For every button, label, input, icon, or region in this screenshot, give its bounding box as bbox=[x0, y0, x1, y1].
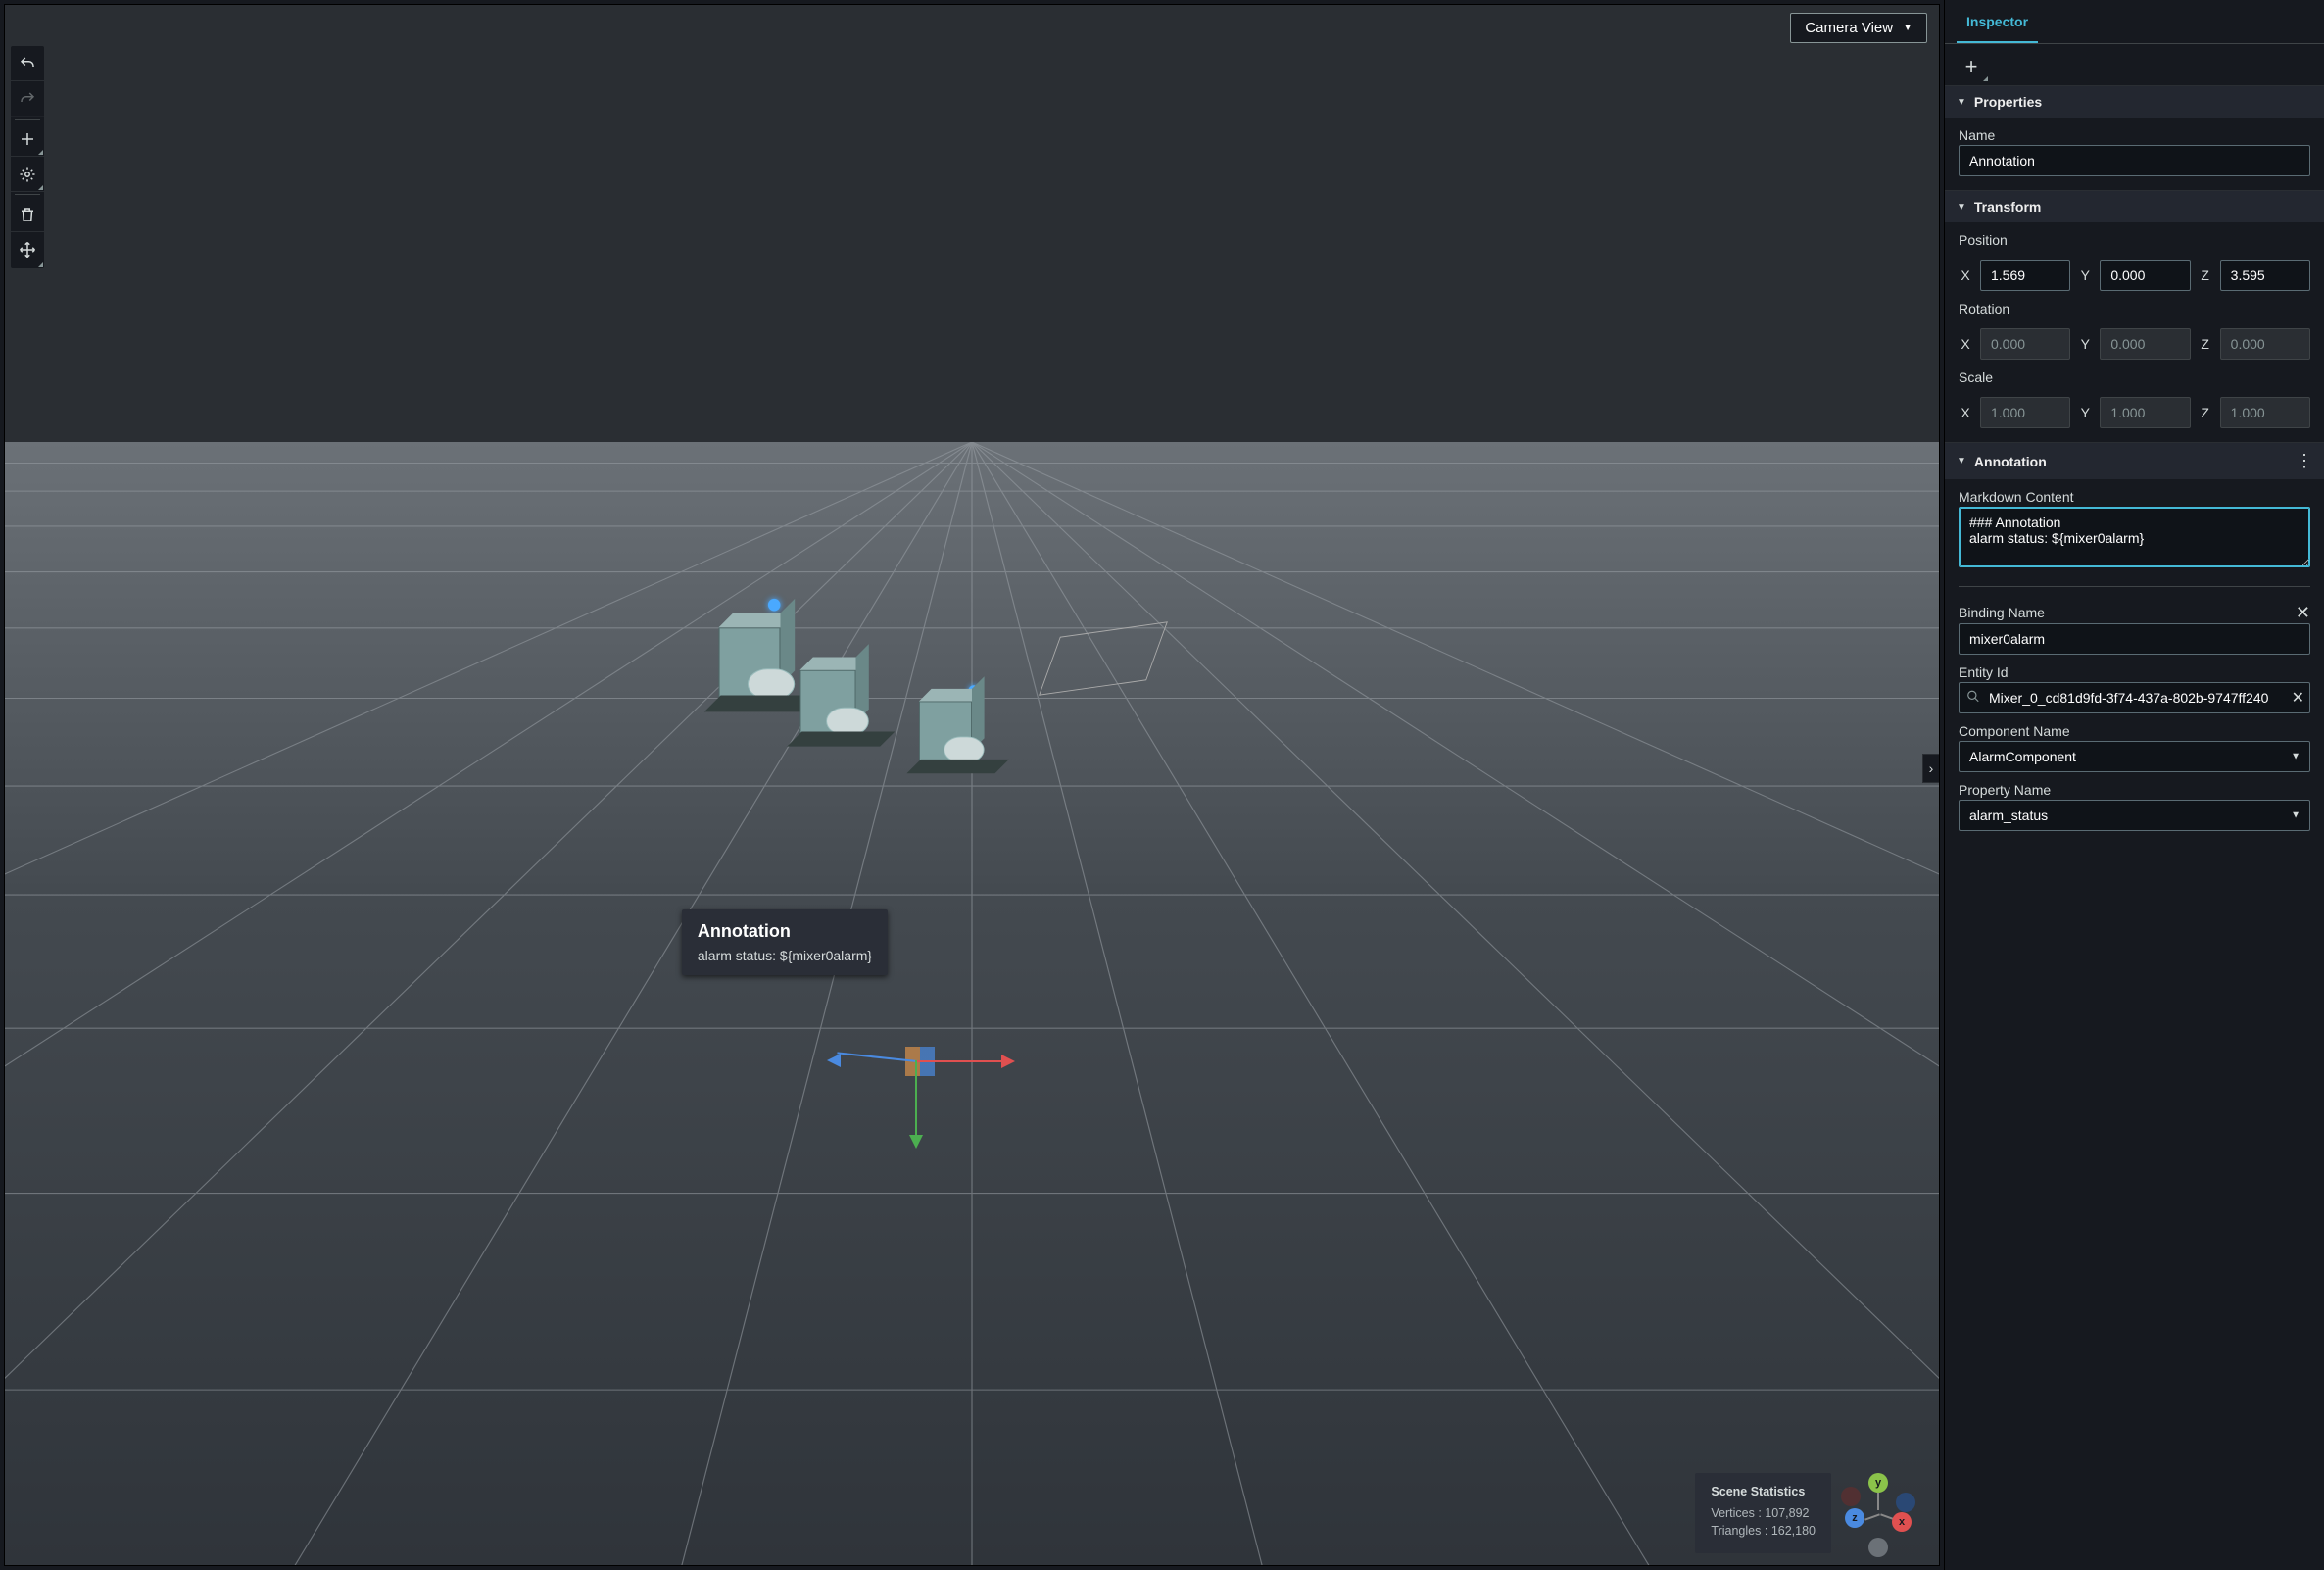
chevron-down-icon: ▼ bbox=[1903, 23, 1912, 33]
axis-z-label: Z bbox=[2199, 405, 2212, 420]
section-transform-title: Transform bbox=[1974, 199, 2041, 215]
transform-gizmo[interactable] bbox=[837, 1051, 993, 1168]
annotation-overlay[interactable]: Annotation alarm status: ${mixer0alarm} bbox=[682, 909, 888, 975]
camera-view-dropdown[interactable]: Camera View ▼ bbox=[1790, 13, 1927, 43]
axis-y-label: Y bbox=[2078, 336, 2092, 352]
scale-label: Scale bbox=[1959, 369, 2310, 385]
delete-button[interactable] bbox=[11, 197, 44, 232]
binding-name-label: Binding Name bbox=[1959, 605, 2286, 620]
rotation-x-input[interactable] bbox=[1980, 328, 2070, 360]
binding-name-input[interactable] bbox=[1959, 623, 2310, 655]
scene-statistics-heading: Scene Statistics bbox=[1711, 1485, 1816, 1498]
rotation-label: Rotation bbox=[1959, 301, 2310, 317]
annotation-overlay-title: Annotation bbox=[698, 921, 872, 942]
axis-z-label: Z bbox=[2199, 336, 2212, 352]
position-label: Position bbox=[1959, 232, 2310, 248]
vertices-label: Vertices : bbox=[1711, 1506, 1761, 1520]
entity-id-label: Entity Id bbox=[1959, 664, 2310, 680]
section-transform-header[interactable]: ▼ Transform bbox=[1945, 190, 2324, 222]
viewport-toolbar bbox=[11, 46, 44, 268]
camera-view-label: Camera View bbox=[1805, 20, 1893, 36]
move-tool-button[interactable] bbox=[11, 232, 44, 268]
section-properties-header[interactable]: ▼ Properties bbox=[1945, 85, 2324, 118]
axis-x-label: X bbox=[1959, 336, 1972, 352]
name-label: Name bbox=[1959, 127, 2310, 143]
component-name-label: Component Name bbox=[1959, 723, 2310, 739]
clear-binding-button[interactable]: ✕ bbox=[2296, 603, 2310, 623]
rotation-y-input[interactable] bbox=[2100, 328, 2190, 360]
chevron-down-icon: ▼ bbox=[1957, 97, 1966, 108]
vertices-value: 107,892 bbox=[1765, 1506, 1809, 1520]
clear-entity-button[interactable]: ✕ bbox=[2292, 688, 2304, 708]
undo-button[interactable] bbox=[11, 46, 44, 81]
section-annotation-menu-icon[interactable]: ⋮ bbox=[2296, 451, 2312, 471]
scale-y-input[interactable] bbox=[2100, 397, 2190, 428]
rotation-z-input[interactable] bbox=[2220, 328, 2310, 360]
tab-inspector[interactable]: Inspector bbox=[1957, 0, 2038, 43]
sky-region bbox=[5, 5, 1939, 442]
add-object-button[interactable] bbox=[11, 122, 44, 157]
scene-statistics-panel: Scene Statistics Vertices : 107,892 Tria… bbox=[1695, 1473, 1831, 1553]
inspector-panel: Inspector + ▼ Properties Name ▼ Transfor… bbox=[1944, 0, 2324, 1570]
axis-y-icon[interactable]: y bbox=[1868, 1473, 1888, 1493]
triangles-label: Triangles : bbox=[1711, 1524, 1767, 1538]
axis-x-label: X bbox=[1959, 268, 1972, 283]
axis-orientation-widget[interactable]: y z x bbox=[1839, 1473, 1917, 1551]
property-name-label: Property Name bbox=[1959, 782, 2310, 798]
property-name-select[interactable] bbox=[1959, 800, 2310, 831]
floor-grid bbox=[5, 442, 1939, 1565]
position-x-input[interactable] bbox=[1980, 260, 2070, 291]
triangles-value: 162,180 bbox=[1771, 1524, 1816, 1538]
axis-x-icon[interactable]: x bbox=[1892, 1512, 1912, 1532]
axis-x-label: X bbox=[1959, 405, 1972, 420]
entity-id-input[interactable] bbox=[1959, 682, 2310, 713]
scene-viewport[interactable]: Annotation alarm status: ${mixer0alarm} … bbox=[4, 4, 1940, 1566]
axis-y-label: Y bbox=[2078, 405, 2092, 420]
axis-z-label: Z bbox=[2199, 268, 2212, 283]
transform-tool-button[interactable] bbox=[11, 157, 44, 192]
divider bbox=[1959, 586, 2310, 587]
section-annotation-header[interactable]: ▼ Annotation ⋮ bbox=[1945, 442, 2324, 479]
position-y-input[interactable] bbox=[2100, 260, 2190, 291]
axis-z-icon[interactable]: z bbox=[1845, 1508, 1864, 1528]
markdown-content-label: Markdown Content bbox=[1959, 489, 2310, 505]
position-z-input[interactable] bbox=[2220, 260, 2310, 291]
annotation-overlay-body: alarm status: ${mixer0alarm} bbox=[698, 948, 872, 963]
component-name-select[interactable] bbox=[1959, 741, 2310, 772]
chevron-down-icon: ▼ bbox=[1957, 456, 1966, 466]
section-annotation-title: Annotation bbox=[1974, 454, 2047, 469]
collapse-inspector-button[interactable]: › bbox=[1922, 754, 1940, 783]
mixer-models bbox=[720, 629, 1043, 845]
axis-y-label: Y bbox=[2078, 268, 2092, 283]
scale-x-input[interactable] bbox=[1980, 397, 2070, 428]
scale-z-input[interactable] bbox=[2220, 397, 2310, 428]
section-properties-title: Properties bbox=[1974, 94, 2042, 110]
redo-button[interactable] bbox=[11, 81, 44, 117]
add-component-button[interactable]: + bbox=[1959, 54, 1984, 79]
markdown-content-input[interactable] bbox=[1959, 507, 2310, 567]
name-input[interactable] bbox=[1959, 145, 2310, 176]
search-icon bbox=[1966, 690, 1980, 707]
chevron-down-icon: ▼ bbox=[1957, 202, 1966, 213]
